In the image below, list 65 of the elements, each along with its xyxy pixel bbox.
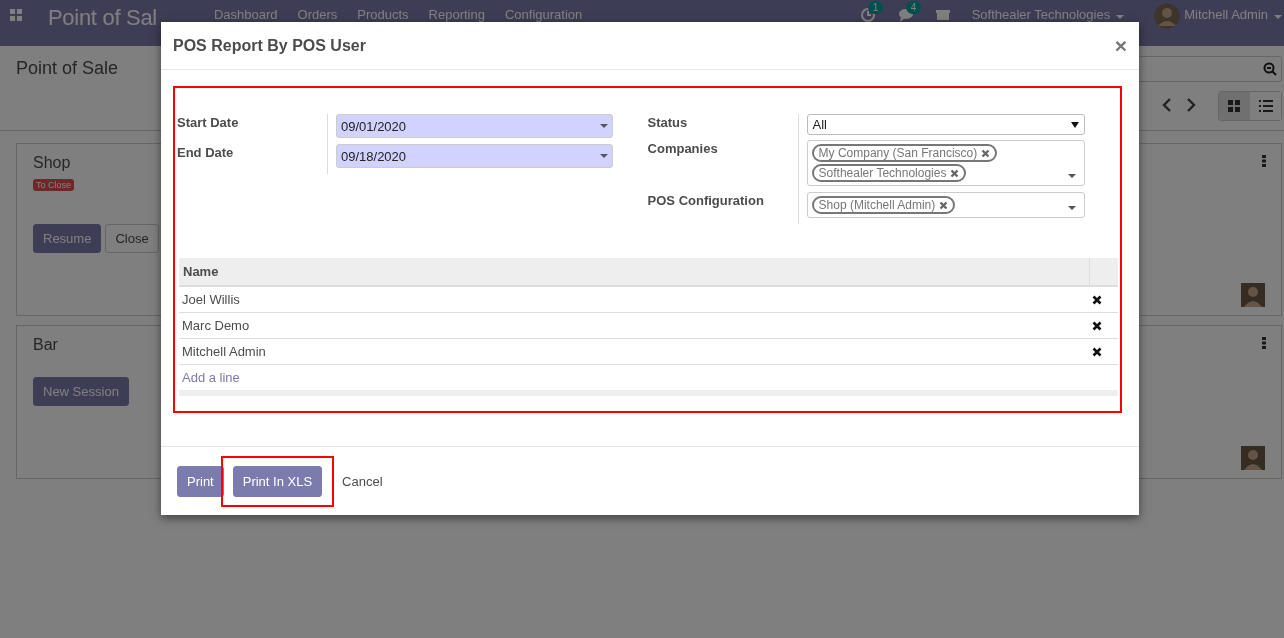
field-label: Status (647, 114, 689, 130)
kebab-menu-icon[interactable] (1262, 155, 1266, 167)
delete-icon[interactable] (1092, 294, 1102, 305)
count-badge: 4 (905, 1, 922, 14)
apps-icon[interactable] (10, 9, 22, 21)
tag-label: My Company (San Francisco) (818, 146, 978, 160)
field-label: POS Configuration (647, 192, 765, 208)
breadcrumb: Point of Sale (16, 58, 119, 80)
remove-icon[interactable] (981, 148, 991, 158)
status-badge: To Close (33, 179, 74, 191)
column-header: Name (179, 258, 1090, 285)
caret-icon[interactable] (1067, 206, 1076, 210)
field-value: All (812, 117, 827, 132)
search-icon[interactable] (1263, 62, 1277, 76)
menu-item[interactable]: Orders (297, 7, 338, 22)
print-button[interactable]: Print (177, 465, 224, 497)
app-title: Point of Sal (48, 5, 157, 31)
tags-field[interactable]: My Company (San Francisco) Softhealer Technologies (806, 140, 1085, 186)
kanban-view-button[interactable] (1219, 92, 1250, 120)
menu-item[interactable]: Reporting (428, 7, 485, 22)
company-switcher[interactable]: Softhealer Technologies (971, 7, 1125, 22)
menu-item[interactable]: Configuration (504, 7, 583, 22)
field-label: Start Date (177, 114, 240, 130)
avatar-icon (1241, 283, 1265, 307)
close-icon[interactable]: × (1114, 35, 1127, 56)
add-line-link[interactable]: Add a line (182, 370, 240, 385)
user-menu[interactable]: Mitchell Admin (1184, 7, 1282, 22)
field-value: 09/18/2020 (341, 148, 407, 164)
caret-icon (1116, 15, 1125, 19)
print-button[interactable]: Print In XLS (232, 465, 323, 497)
chevron-left-icon[interactable] (1162, 98, 1172, 112)
dialog-title: POS Report By POS User (173, 36, 366, 55)
close-button[interactable]: Close (105, 224, 159, 253)
tag-label: Shop (Mitchell Admin) (818, 198, 936, 212)
status-select[interactable]: All (806, 114, 1085, 135)
date-field[interactable]: 09/01/2020 (336, 114, 613, 138)
chevron-right-icon[interactable] (1186, 98, 1196, 112)
avatar-icon (1241, 446, 1265, 470)
card-title: Bar (33, 336, 58, 354)
list-icon (1258, 100, 1273, 112)
remove-icon[interactable] (950, 168, 960, 178)
menu-item[interactable]: Dashboard (213, 7, 278, 22)
field-label: Companies (647, 140, 719, 156)
field-value: 09/01/2020 (341, 118, 407, 134)
caret-icon (1274, 15, 1282, 19)
tags-field[interactable]: Shop (Mitchell Admin) (806, 192, 1085, 218)
table-cell: Mitchell Admin (182, 344, 266, 359)
cancel-button[interactable]: Cancel (338, 465, 387, 497)
caret-icon[interactable] (1067, 174, 1076, 178)
table-cell: Marc Demo (182, 318, 250, 333)
card-title: Shop (33, 154, 71, 172)
kebab-menu-icon[interactable] (1262, 337, 1266, 349)
table-cell: Joel Willis (182, 292, 240, 307)
remove-icon[interactable] (939, 200, 949, 210)
delete-icon[interactable] (1092, 346, 1102, 357)
delete-icon[interactable] (1092, 320, 1102, 331)
menu-item[interactable]: Products (357, 7, 409, 22)
count-badge: 1 (867, 1, 884, 14)
caret-icon[interactable] (1070, 121, 1079, 128)
date-field[interactable]: 09/18/2020 (336, 144, 613, 168)
session-button[interactable]: New Session (33, 377, 129, 406)
tag-label: Softhealer Technologies (818, 166, 947, 180)
session-button[interactable]: Resume (33, 224, 102, 253)
field-label: End Date (177, 144, 235, 160)
grid-icon (1227, 100, 1242, 112)
